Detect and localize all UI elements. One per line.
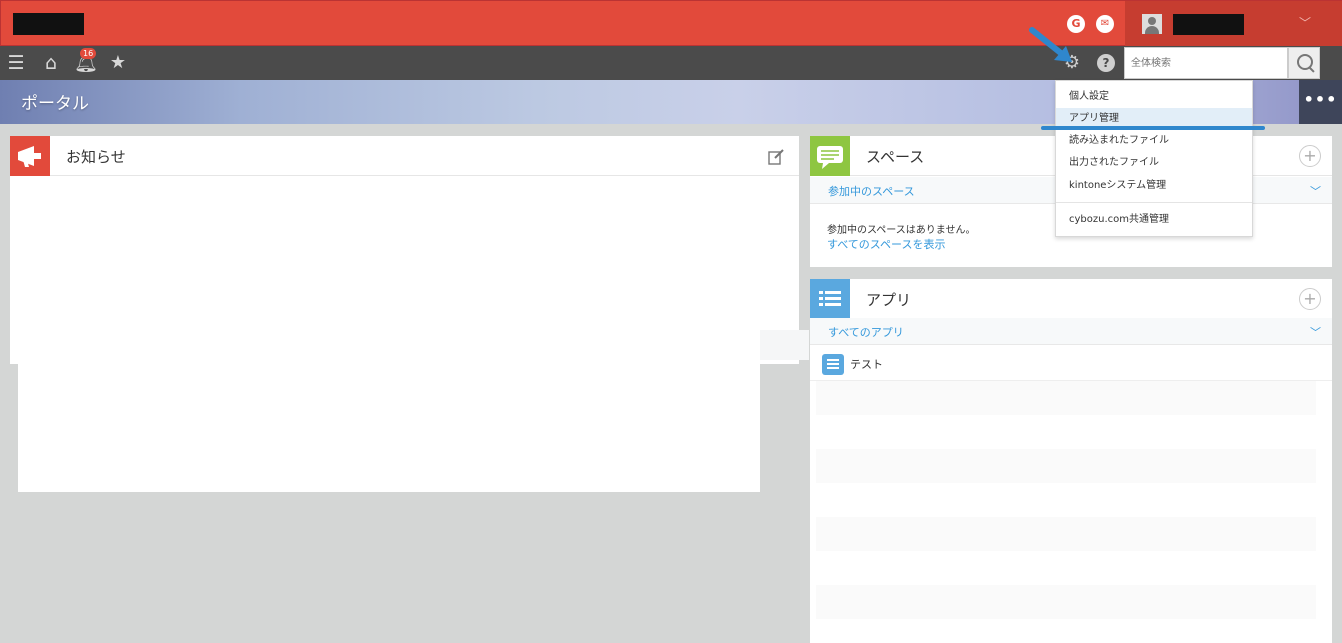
announcements-content xyxy=(18,184,760,492)
apps-filter-label[interactable]: すべてのアプリ xyxy=(828,324,904,340)
menu-item-imported-files[interactable]: 読み込まれたファイル xyxy=(1056,130,1252,152)
toolbar: ☰ ⌂ 🔔︎ 16 ★ ⚙ ? xyxy=(0,46,1342,80)
show-all-spaces-link[interactable]: すべてのスペースを表示 xyxy=(827,236,945,252)
menu-icon[interactable]: ☰ xyxy=(6,52,26,74)
star-icon[interactable]: ★ xyxy=(107,52,129,74)
app-list-empty-row xyxy=(816,517,1316,551)
chat-bubble-icon xyxy=(810,136,850,176)
avatar xyxy=(1142,14,1162,34)
chevron-down-icon[interactable]: ﹀ xyxy=(1310,183,1322,199)
home-icon[interactable]: ⌂ xyxy=(40,52,62,74)
mail-icon[interactable]: ✉ xyxy=(1096,15,1114,33)
top-header: G ✉ ﹀ xyxy=(0,0,1342,47)
add-space-button[interactable]: + xyxy=(1299,145,1321,167)
settings-dropdown-menu: 個人設定 アプリ管理 読み込まれたファイル 出力されたファイル kintoneシ… xyxy=(1055,80,1253,237)
help-icon[interactable]: ? xyxy=(1097,54,1115,72)
notification-badge: 16 xyxy=(80,48,97,59)
edit-icon[interactable] xyxy=(767,148,785,166)
menu-divider xyxy=(1056,202,1252,203)
search-icon[interactable] xyxy=(1288,47,1320,79)
more-options-button[interactable]: ••• xyxy=(1299,80,1342,124)
menu-item-exported-files[interactable]: 出力されたファイル xyxy=(1056,152,1252,174)
app-list-empty-row xyxy=(816,381,1316,415)
redacted-logo[interactable] xyxy=(13,13,84,35)
add-app-button[interactable]: + xyxy=(1299,288,1321,310)
space-empty-message: 参加中のスペースはありません。 xyxy=(827,225,976,236)
chevron-down-icon[interactable]: ﹀ xyxy=(1299,13,1313,33)
app-list-item[interactable]: テスト xyxy=(810,347,1332,381)
apps-title: アプリ xyxy=(866,291,912,309)
app-name[interactable]: テスト xyxy=(850,356,883,372)
menu-item-personal-settings[interactable]: 個人設定 xyxy=(1056,86,1252,108)
space-title: スペース xyxy=(866,148,925,166)
megaphone-icon xyxy=(10,136,50,176)
app-list-empty-row xyxy=(816,585,1316,619)
page-title: ポータル xyxy=(21,94,89,114)
chevron-down-icon[interactable]: ﹀ xyxy=(1310,324,1322,340)
search-input[interactable] xyxy=(1124,47,1288,79)
apps-header: アプリ + xyxy=(810,279,1332,319)
space-filter-label[interactable]: 参加中のスペース xyxy=(828,183,915,199)
list-icon xyxy=(810,279,850,319)
menu-item-cybozu-admin[interactable]: cybozu.com共通管理 xyxy=(1056,209,1252,231)
announcements-title: お知らせ xyxy=(66,148,126,166)
app-list-icon xyxy=(822,354,844,375)
apps-panel: アプリ + すべてのアプリ ﹀ テスト xyxy=(810,279,1332,643)
app-list-empty-row xyxy=(816,449,1316,483)
menu-item-kintone-system-admin[interactable]: kintoneシステム管理 xyxy=(1056,175,1252,197)
redacted-user-name xyxy=(1173,14,1244,35)
announcements-header: お知らせ xyxy=(10,136,799,176)
announcements-panel: お知らせ xyxy=(10,136,809,492)
annotation-arrow-icon xyxy=(1029,27,1072,62)
annotation-underline xyxy=(1041,126,1265,130)
user-menu[interactable]: ﹀ xyxy=(1125,1,1342,47)
apps-filter-bar[interactable]: すべてのアプリ ﹀ xyxy=(810,318,1332,345)
announcements-side-fill xyxy=(760,330,809,360)
